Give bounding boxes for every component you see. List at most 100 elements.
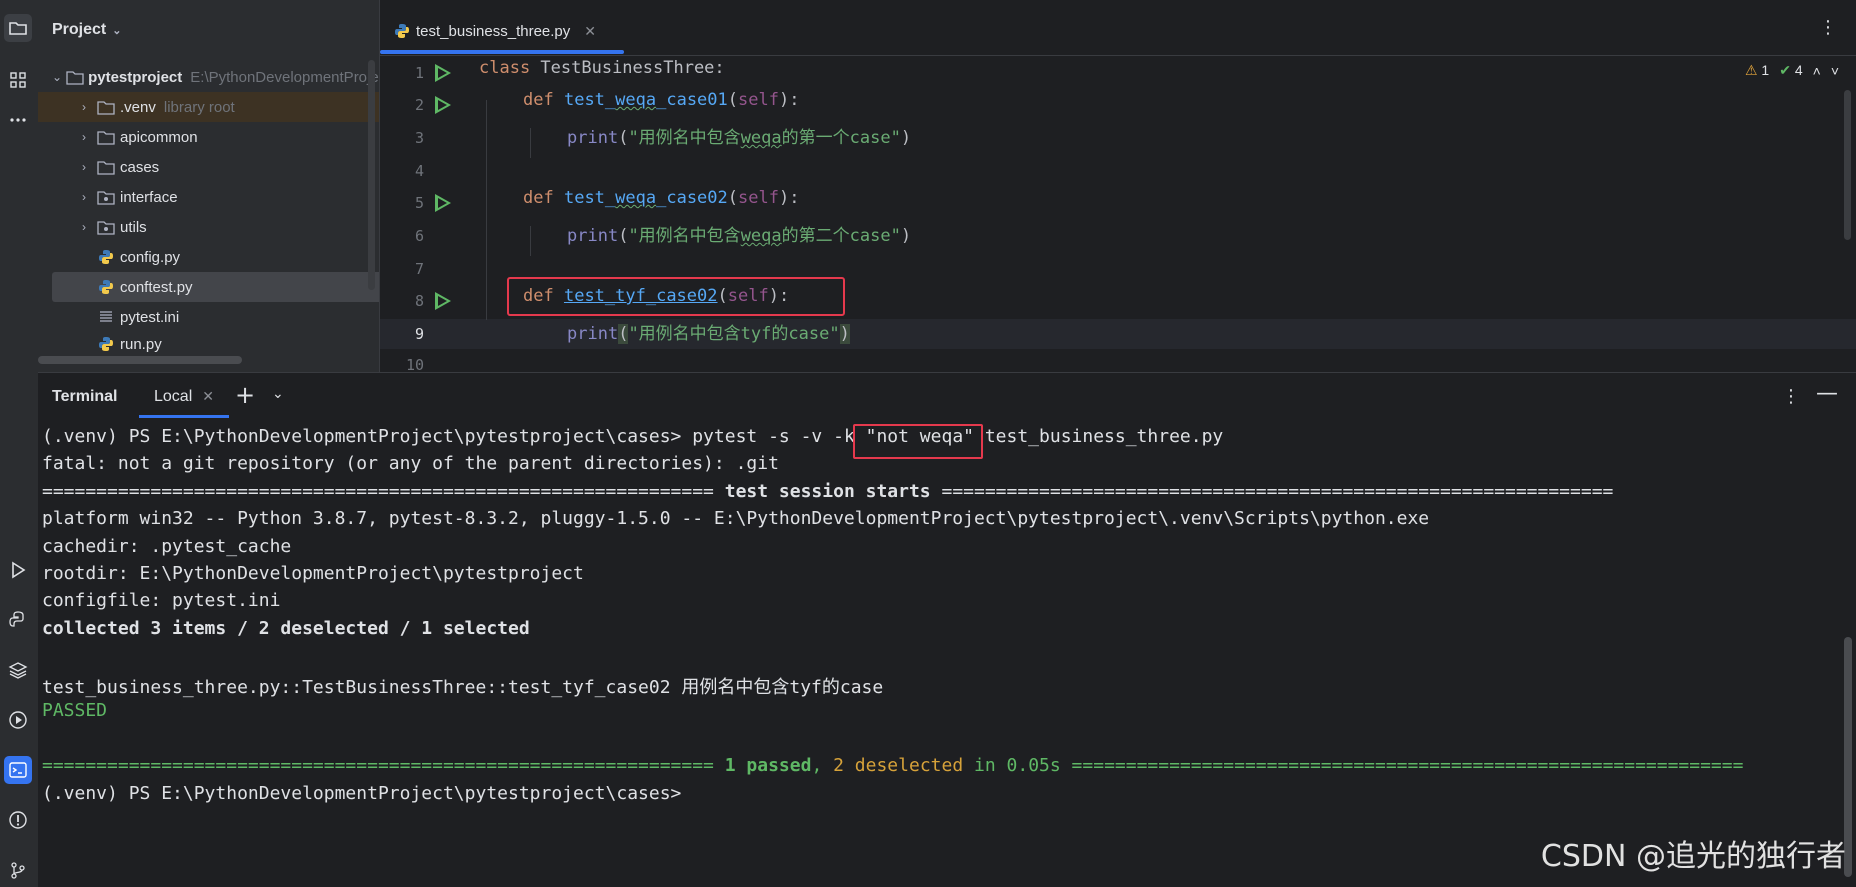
line-number: 7 bbox=[414, 260, 424, 278]
line-number: 8 bbox=[414, 292, 424, 310]
tree-item-apicommon[interactable]: › apicommon bbox=[38, 122, 417, 152]
code-token: ): bbox=[778, 90, 800, 110]
structure-icon[interactable] bbox=[4, 66, 32, 94]
indent-guide bbox=[530, 226, 531, 256]
terminal-text: ========================================… bbox=[930, 481, 1614, 502]
tree-item-run[interactable]: run.py bbox=[38, 332, 433, 356]
tree-item-interface[interactable]: › interface bbox=[38, 182, 417, 212]
services-icon[interactable] bbox=[4, 706, 32, 734]
code-token: "用例名中包含tyf的case" bbox=[628, 324, 840, 344]
code-token: "用例名中包含 bbox=[628, 128, 741, 148]
editor-panel: test_business_three.py ✕ ⋮ ⚠ 1 ✔ 4 ˄ ˅ 1… bbox=[379, 0, 1856, 372]
folder-icon bbox=[96, 129, 116, 145]
code-line-3[interactable]: print("用例名中包含weqa的第一个case") bbox=[567, 123, 911, 153]
close-icon[interactable]: ✕ bbox=[202, 388, 214, 404]
run-icon[interactable] bbox=[4, 556, 32, 584]
project-scrollbar-vertical[interactable] bbox=[368, 60, 375, 290]
git-icon[interactable] bbox=[4, 856, 32, 884]
check-icon: ✔ bbox=[1779, 62, 1791, 78]
project-panel-title[interactable]: Project ⌄ bbox=[52, 21, 121, 39]
tree-item-label: utils bbox=[120, 218, 147, 236]
chevron-right-icon: › bbox=[82, 130, 86, 144]
folder-icon bbox=[96, 159, 116, 175]
tree-root-label: pytestproject bbox=[88, 68, 183, 86]
code-token: 的第一个case" bbox=[781, 128, 901, 148]
active-tab-indicator bbox=[380, 50, 624, 54]
terminal-text: , bbox=[811, 755, 834, 776]
inspection-widget[interactable]: ⚠ 1 ✔ 4 ˄ ˅ bbox=[1745, 62, 1839, 79]
code-line-6[interactable]: print("用例名中包含weqa的第二个case") bbox=[567, 221, 911, 251]
problems-icon[interactable] bbox=[4, 806, 32, 834]
chevron-down-icon: ⌄ bbox=[52, 70, 63, 84]
terminal-line: fatal: not a git repository (or any of t… bbox=[42, 453, 779, 474]
terminal-line-passed: PASSED bbox=[42, 700, 108, 721]
minimize-icon[interactable]: — bbox=[1816, 381, 1838, 406]
code-token: ( bbox=[618, 226, 629, 246]
terminal-title: Terminal bbox=[52, 388, 118, 405]
more-options-icon[interactable]: ⋮ bbox=[1782, 386, 1800, 407]
line-number: 6 bbox=[414, 227, 424, 245]
tree-item-label: cases bbox=[120, 158, 160, 176]
tree-item-venv[interactable]: › .venv library root bbox=[38, 92, 417, 122]
editor-tab-label: test_business_three.py bbox=[416, 22, 571, 40]
run-gutter-icon[interactable] bbox=[435, 194, 451, 212]
close-icon[interactable]: ✕ bbox=[584, 23, 596, 40]
code-token: test_ bbox=[563, 90, 616, 110]
tree-item-hint: library root bbox=[163, 98, 235, 116]
terminal-line-prompt[interactable]: (.venv) PS E:\PythonDevelopmentProject\p… bbox=[42, 783, 681, 813]
python-file-icon bbox=[96, 336, 116, 352]
tree-item-root[interactable]: ⌄ pytestproject E:\PythonDevelopmentProj… bbox=[38, 62, 393, 92]
indent-guide bbox=[486, 100, 487, 320]
code-line-5[interactable]: def test_weqa_case02(self): bbox=[523, 188, 799, 218]
terminal-line: configfile: pytest.ini bbox=[42, 590, 281, 611]
code-token: def bbox=[523, 90, 554, 110]
folder-icon bbox=[96, 99, 116, 115]
terminal-tab-label: Local bbox=[154, 388, 193, 405]
package-folder-icon bbox=[96, 219, 116, 235]
chevron-down-icon[interactable]: ˅ bbox=[1831, 63, 1839, 79]
run-gutter-icon[interactable] bbox=[435, 64, 451, 82]
chevron-down-icon[interactable]: ⌄ bbox=[272, 386, 284, 402]
tree-item-label: apicommon bbox=[120, 128, 198, 146]
terminal-text: in 0.05s bbox=[963, 755, 1061, 776]
terminal-tab-local[interactable]: Local ✕ bbox=[154, 388, 214, 406]
text-file-icon bbox=[96, 309, 116, 325]
annotation-box-test-method bbox=[507, 277, 845, 316]
more-tools-icon[interactable] bbox=[4, 106, 32, 134]
code-token: ) bbox=[900, 128, 912, 148]
warning-icon: ⚠ bbox=[1744, 62, 1758, 78]
terminal-icon[interactable] bbox=[4, 756, 32, 784]
chevron-right-icon: › bbox=[82, 190, 86, 204]
new-terminal-plus-icon[interactable]: + bbox=[235, 381, 255, 409]
editor-scrollbar[interactable] bbox=[1844, 90, 1851, 240]
terminal-line-command[interactable]: (.venv) PS E:\PythonDevelopmentProject\p… bbox=[42, 426, 1223, 456]
tree-item-cases[interactable]: › cases bbox=[38, 152, 417, 182]
tree-item-conftest[interactable]: conftest.py bbox=[52, 272, 403, 302]
project-folder-icon[interactable] bbox=[4, 14, 32, 42]
code-token: def bbox=[523, 188, 554, 208]
code-token: "用例名中包含 bbox=[628, 226, 741, 246]
ide-window: Project ⌄ ⌄ pytestproject E:\PythonDevelo… bbox=[0, 0, 1856, 887]
code-line-9[interactable]: print("用例名中包含tyf的case") bbox=[567, 319, 850, 349]
run-gutter-icon[interactable] bbox=[435, 292, 451, 310]
chevron-right-icon: › bbox=[82, 220, 86, 234]
terminal-text: 2 deselected bbox=[833, 755, 964, 776]
code-line-1[interactable]: class TestBusinessThree: bbox=[479, 58, 725, 88]
terminal-line-summary: ========================================… bbox=[42, 755, 1743, 785]
package-folder-icon bbox=[96, 189, 116, 205]
chevron-up-icon[interactable]: ˄ bbox=[1813, 63, 1821, 79]
layers-icon[interactable] bbox=[4, 656, 32, 684]
python-console-icon[interactable] bbox=[4, 606, 32, 634]
code-line-2[interactable]: def test_weqa_case01(self): bbox=[523, 90, 799, 120]
tree-item-pytest-ini[interactable]: pytest.ini bbox=[38, 302, 433, 332]
run-gutter-icon[interactable] bbox=[435, 96, 451, 114]
tree-item-label: conftest.py bbox=[120, 278, 193, 296]
editor-tab[interactable]: test_business_three.py ✕ bbox=[394, 18, 596, 44]
line-number: 2 bbox=[414, 96, 424, 114]
more-options-icon[interactable]: ⋮ bbox=[1819, 17, 1837, 38]
project-panel: Project ⌄ ⌄ pytestproject E:\PythonDevelo… bbox=[38, 0, 417, 372]
project-scrollbar-horizontal[interactable] bbox=[38, 356, 242, 364]
python-file-icon bbox=[96, 279, 116, 295]
code-token: ( bbox=[618, 128, 629, 148]
tree-item-utils[interactable]: › utils bbox=[38, 212, 417, 242]
